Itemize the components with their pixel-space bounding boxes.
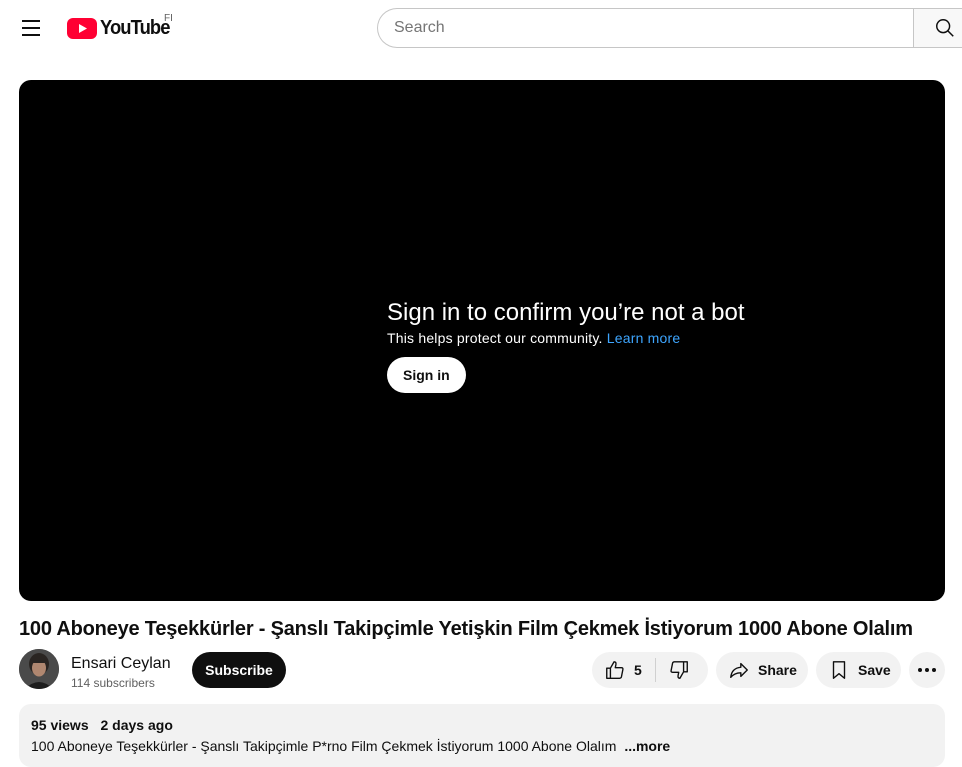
bot-check-title: Sign in to confirm you’re not a bot <box>387 299 745 326</box>
bookmark-icon <box>832 661 846 679</box>
like-count: 5 <box>634 662 642 678</box>
description-text: 100 Aboneye Teşekkürler - Şanslı Takipçi… <box>31 738 617 754</box>
subscriber-count: 114 subscribers <box>71 676 155 690</box>
hamburger-menu-icon[interactable] <box>11 8 51 48</box>
youtube-logo[interactable]: YouTube <box>67 16 176 40</box>
more-actions-icon[interactable] <box>909 652 945 688</box>
share-label: Share <box>758 662 797 678</box>
channel-name[interactable]: Ensari Ceylan <box>71 653 171 675</box>
upload-date: 2 days ago <box>100 717 173 733</box>
search-input[interactable] <box>394 19 914 37</box>
thumbs-down-icon <box>670 661 688 679</box>
share-icon <box>730 662 748 679</box>
bot-check-message: Sign in to confirm you’re not a bot This… <box>387 297 745 393</box>
search-box <box>377 8 914 48</box>
description-text-line: 100 Aboneye Teşekkürler - Şanslı Takipçi… <box>31 736 933 756</box>
save-label: Save <box>858 662 891 678</box>
description-more-button[interactable]: ...more <box>624 738 670 754</box>
bot-check-subtitle: This helps protect our community. Learn … <box>387 329 745 347</box>
video-title: 100 Aboneye Teşekkürler - Şanslı Takipçi… <box>19 618 913 640</box>
thumbs-up-icon <box>606 661 624 679</box>
dislike-button[interactable] <box>656 652 708 688</box>
youtube-play-icon <box>67 17 97 39</box>
masthead: YouTube FI <box>0 0 962 56</box>
learn-more-link[interactable]: Learn more <box>607 330 681 346</box>
avatar-image <box>19 649 59 689</box>
view-count: 95 views <box>31 717 89 733</box>
channel-avatar[interactable] <box>19 649 59 689</box>
video-meta: 95 views 2 days ago <box>31 716 933 734</box>
save-button[interactable]: Save <box>816 652 901 688</box>
search-icon <box>936 19 954 37</box>
description-box[interactable]: 95 views 2 days ago 100 Aboneye Teşekkür… <box>19 704 945 767</box>
logo-text: YouTube <box>100 16 170 39</box>
share-button[interactable]: Share <box>716 652 808 688</box>
video-player[interactable]: Sign in to confirm you’re not a bot This… <box>19 80 945 601</box>
like-button[interactable]: 5 <box>592 652 655 688</box>
country-code: FI <box>164 13 173 24</box>
subscribe-button[interactable]: Subscribe <box>192 652 286 688</box>
like-dislike-group: 5 <box>592 652 708 688</box>
bot-check-subtitle-text: This helps protect our community. <box>387 330 603 346</box>
search-button[interactable] <box>913 8 962 48</box>
sign-in-button[interactable]: Sign in <box>387 357 466 393</box>
